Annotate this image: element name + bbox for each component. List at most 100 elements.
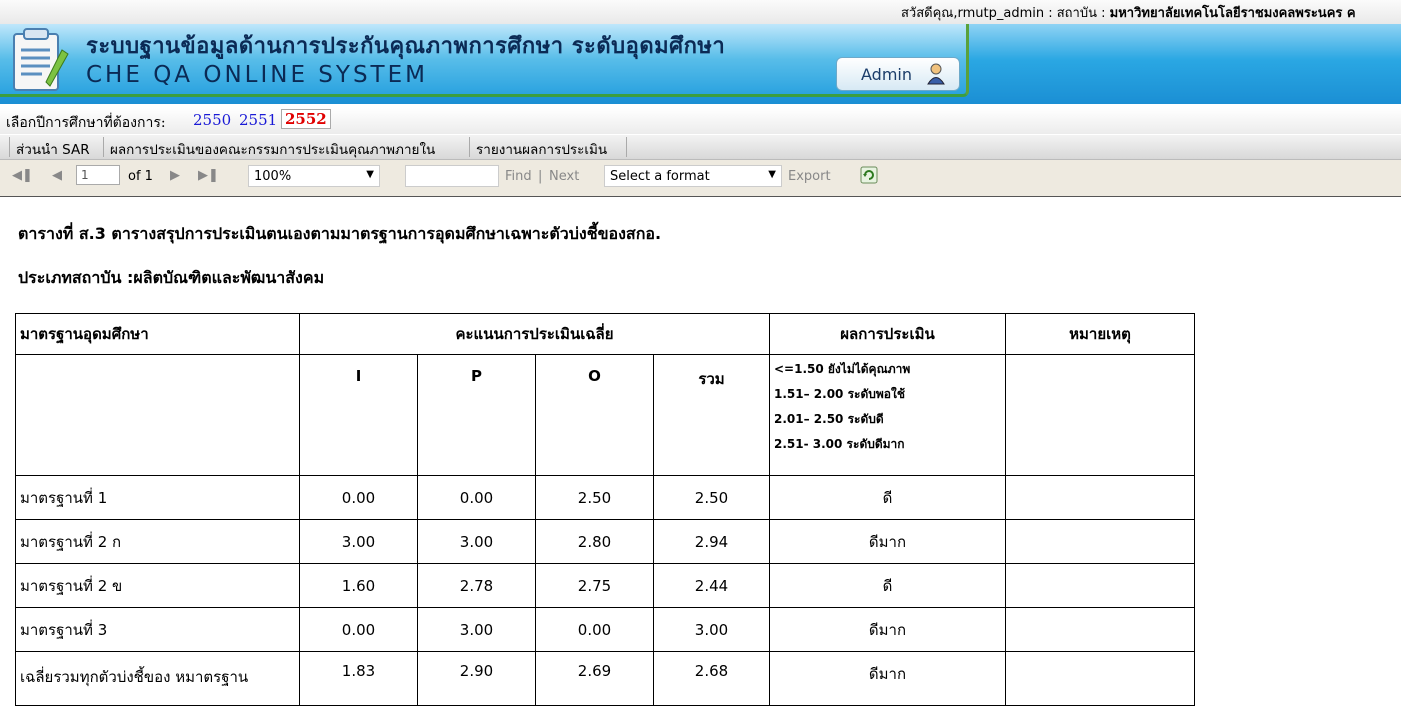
- admin-label: Admin: [861, 65, 912, 84]
- chevron-down-icon: ▼: [768, 169, 776, 180]
- row-note: [1005, 607, 1195, 652]
- year-link-2551[interactable]: 2551: [239, 111, 277, 129]
- header-result: ผลการประเมิน: [769, 313, 1006, 355]
- legend-item: <=1.50 ยังไม่ได้คุณภาพ: [774, 362, 911, 376]
- year-link-2552-selected[interactable]: 2552: [281, 109, 331, 129]
- row-result: ดี: [769, 475, 1006, 520]
- row-p: 3.00: [417, 519, 536, 564]
- row-i: 0.00: [299, 475, 418, 520]
- row-o: 2.80: [535, 519, 654, 564]
- header-note: หมายเหตุ: [1005, 313, 1195, 355]
- institution-type: ประเภทสถาบัน :ผลิตบัณฑิตและพัฒนาสังคม: [18, 268, 325, 287]
- legend-item: 2.01– 2.50 ระดับดี: [774, 412, 884, 426]
- row-i: 1.83: [299, 651, 418, 706]
- zoom-select[interactable]: 100% ▼: [248, 165, 380, 187]
- row-total: 3.00: [653, 607, 770, 652]
- tab-sar-intro[interactable]: ส่วนนำ SAR: [16, 138, 90, 160]
- row-i: 1.60: [299, 563, 418, 608]
- tab-divider: [9, 137, 10, 157]
- table-row: เฉลี่ยรวมทุกตัวบ่งชี้ของ หมาตรฐาน 1.83 2…: [15, 651, 1195, 706]
- institution-name: มหาวิทยาลัยเทคโนโลยีราชมงคลพระนคร ค: [1109, 6, 1356, 21]
- year-link-2550[interactable]: 2550: [193, 111, 231, 129]
- row-note: [1005, 651, 1195, 706]
- row-p: 2.90: [417, 651, 536, 706]
- row-o: 2.75: [535, 563, 654, 608]
- row-p: 0.00: [417, 475, 536, 520]
- subheader-p: P: [417, 354, 536, 476]
- export-format-select[interactable]: Select a format ▼: [604, 165, 782, 187]
- row-i: 0.00: [299, 607, 418, 652]
- user-icon: [927, 63, 945, 85]
- row-standard: มาตรฐานที่ 2 ข: [15, 563, 300, 608]
- row-note: [1005, 563, 1195, 608]
- header-standard: มาตรฐานอุดมศึกษา: [15, 313, 300, 355]
- last-page-icon[interactable]: ▶❚: [198, 168, 219, 186]
- subheader-blank: [15, 354, 300, 476]
- row-o: 2.50: [535, 475, 654, 520]
- header-avg-score: คะแนนการประเมินเฉลี่ย: [299, 313, 770, 355]
- note-blank: [1005, 354, 1195, 476]
- report-title: ตารางที่ ส.3 ตารางสรุปการประเมินตนเองตาม…: [18, 224, 662, 243]
- legend-item: 2.51- 3.00 ระดับดีมาก: [774, 437, 905, 451]
- tab-divider: [626, 137, 627, 157]
- find-link[interactable]: Find: [505, 169, 532, 184]
- row-o: 2.69: [535, 651, 654, 706]
- table-row: มาตรฐานที่ 3 0.00 3.00 0.00 3.00 ดีมาก: [15, 607, 1195, 652]
- find-input[interactable]: [405, 165, 499, 187]
- year-selector-label: เลือกปีการศึกษาที่ต้องการ:: [6, 115, 166, 131]
- row-standard: มาตรฐานที่ 2 ก: [15, 519, 300, 564]
- system-title-en: CHE QA ONLINE SYSTEM: [86, 62, 428, 88]
- chevron-down-icon: ▼: [366, 169, 374, 180]
- row-o: 0.00: [535, 607, 654, 652]
- row-total: 2.94: [653, 519, 770, 564]
- row-note: [1005, 475, 1195, 520]
- row-standard: มาตรฐานที่ 1: [15, 475, 300, 520]
- result-legend: <=1.50 ยังไม่ได้คุณภาพ 1.51– 2.00 ระดับพ…: [769, 354, 1006, 476]
- subheader-o: O: [535, 354, 654, 476]
- greeting-text: สวัสดีคุณ,rmutp_admin : สถาบัน : มหาวิทย…: [901, 2, 1356, 23]
- subheader-i: I: [299, 354, 418, 476]
- report-toolbar: ◀❚ ◀ 1 of 1 ▶ ▶❚ 100% ▼ Find | Next Sele…: [0, 160, 1401, 197]
- tab-divider: [103, 137, 104, 157]
- table-row: มาตรฐานที่ 2 ก 3.00 3.00 2.80 2.94 ดีมาก: [15, 519, 1195, 564]
- header-banner: ระบบฐานข้อมูลด้านการประกันคุณภาพการศึกษา…: [0, 24, 1401, 104]
- previous-page-icon[interactable]: ◀: [48, 168, 66, 186]
- tab-divider: [469, 137, 470, 157]
- banner-panel: ระบบฐานข้อมูลด้านการประกันคุณภาพการศึกษา…: [0, 24, 969, 97]
- row-total: 2.44: [653, 563, 770, 608]
- row-total: 2.68: [653, 651, 770, 706]
- document-clipboard-icon: [13, 28, 69, 91]
- greeting-bar: สวัสดีคุณ,rmutp_admin : สถาบัน : มหาวิทย…: [0, 0, 1401, 24]
- first-page-icon[interactable]: ◀❚: [12, 168, 33, 186]
- tab-evaluation-report[interactable]: รายงานผลการประเมิน: [476, 138, 607, 160]
- page-number-input[interactable]: 1: [76, 165, 120, 185]
- subheader-total: รวม: [653, 354, 770, 476]
- row-standard: มาตรฐานที่ 3: [15, 607, 300, 652]
- row-standard: เฉลี่ยรวมทุกตัวบ่งชี้ของ หมาตรฐาน: [15, 651, 300, 706]
- table-row: มาตรฐานที่ 2 ข 1.60 2.78 2.75 2.44 ดี: [15, 563, 1195, 608]
- row-result: ดีมาก: [769, 607, 1006, 652]
- tab-committee-results[interactable]: ผลการประเมินของคณะกรรมการประเมินคุณภาพภา…: [110, 138, 435, 160]
- zoom-value: 100%: [254, 169, 292, 184]
- year-selector: เลือกปีการศึกษาที่ต้องการ: 2550 2551 255…: [0, 108, 1401, 134]
- legend-item: 1.51– 2.00 ระดับพอใช้: [774, 387, 905, 401]
- row-note: [1005, 519, 1195, 564]
- next-page-icon[interactable]: ▶: [166, 168, 184, 186]
- row-result: ดีมาก: [769, 519, 1006, 564]
- row-i: 3.00: [299, 519, 418, 564]
- find-separator: |: [538, 169, 543, 184]
- export-format-value: Select a format: [610, 169, 710, 184]
- row-total: 2.50: [653, 475, 770, 520]
- page-count-label: of 1: [128, 169, 153, 184]
- system-title-th: ระบบฐานข้อมูลด้านการประกันคุณภาพการศึกษา…: [86, 34, 726, 59]
- report-tabs: ส่วนนำ SAR ผลการประเมินของคณะกรรมการประเ…: [0, 135, 1401, 160]
- admin-button[interactable]: Admin: [836, 57, 960, 91]
- greeting-prefix: สวัสดีคุณ,rmutp_admin : สถาบัน :: [901, 6, 1110, 21]
- find-next-link[interactable]: Next: [549, 169, 579, 184]
- row-p: 3.00: [417, 607, 536, 652]
- export-link[interactable]: Export: [788, 169, 831, 184]
- table-row: มาตรฐานที่ 1 0.00 0.00 2.50 2.50 ดี: [15, 475, 1195, 520]
- refresh-icon[interactable]: [860, 166, 878, 184]
- row-result: ดีมาก: [769, 651, 1006, 706]
- row-result: ดี: [769, 563, 1006, 608]
